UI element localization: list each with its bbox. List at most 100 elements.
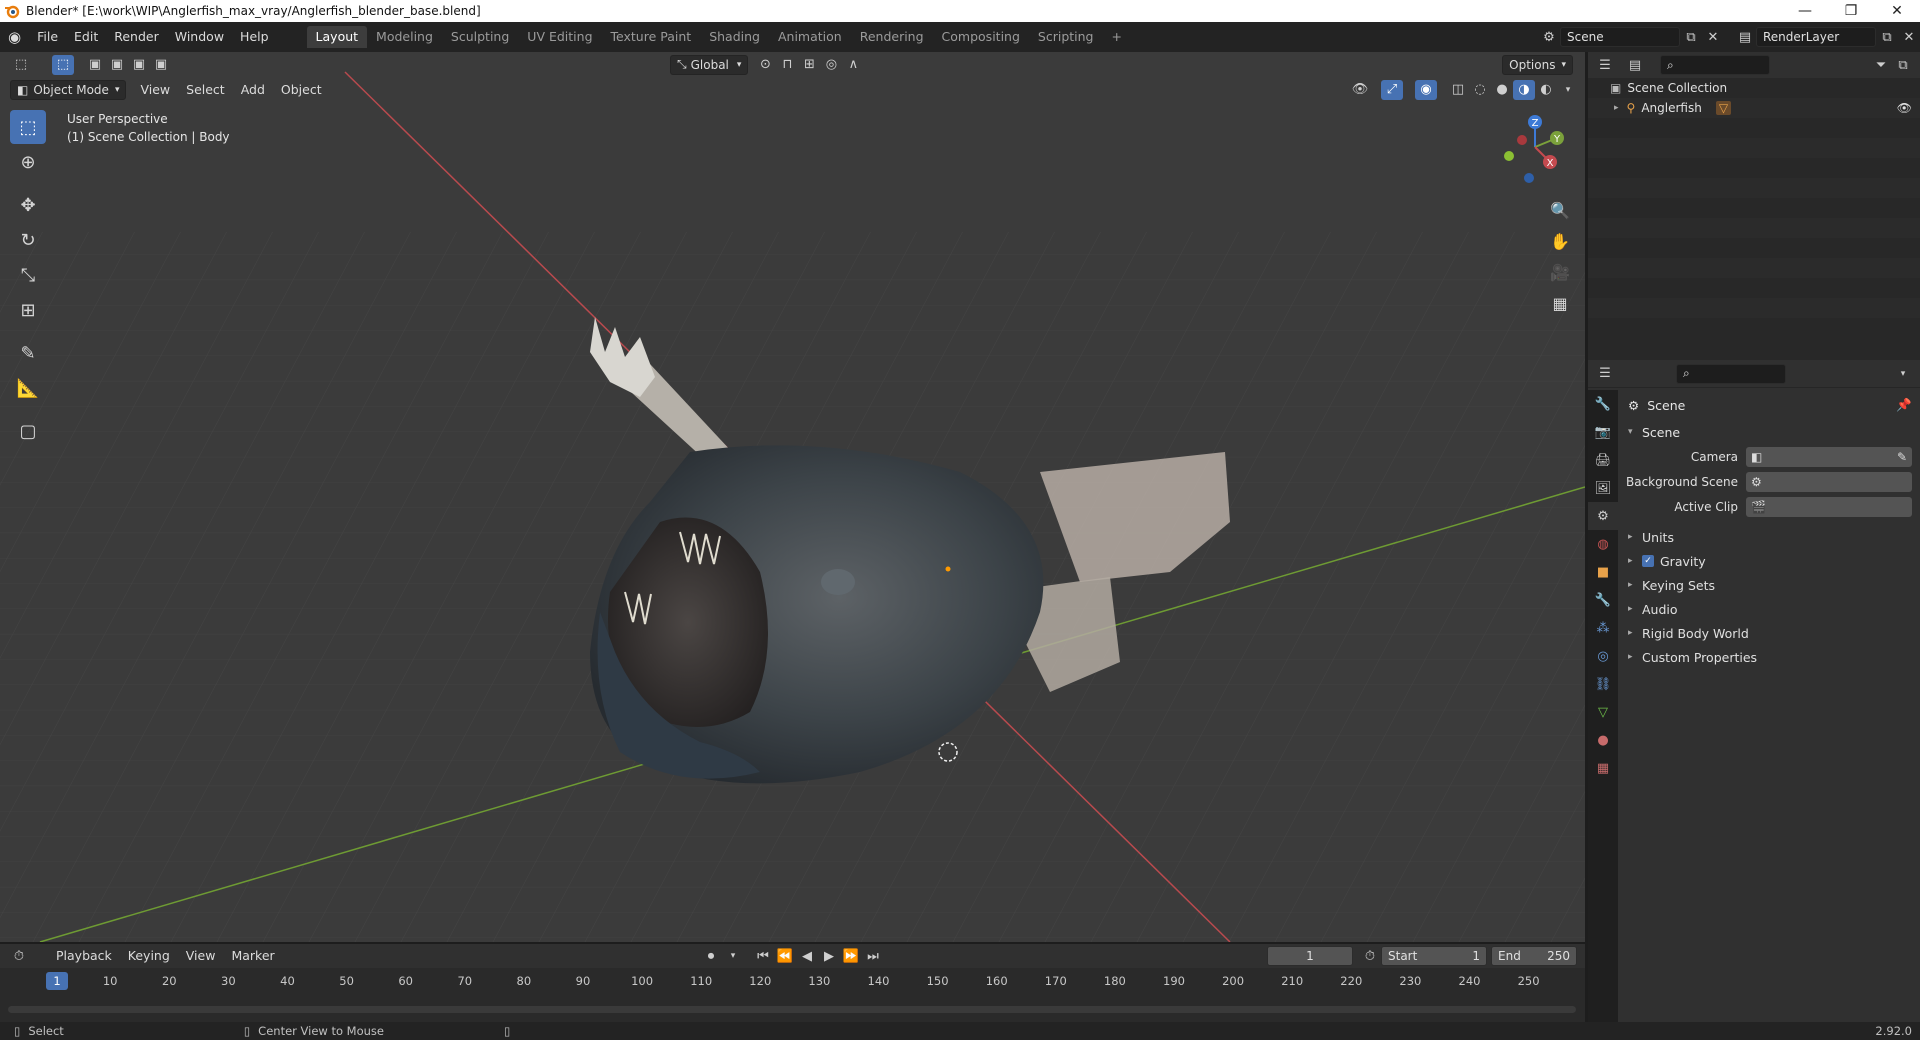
tab-uv-editing[interactable]: UV Editing	[518, 26, 601, 48]
properties-options-icon[interactable]: ▾	[1892, 364, 1914, 384]
pivot-point-icon[interactable]: ⊙	[754, 55, 776, 75]
active-clip-field[interactable]: 🎬	[1746, 496, 1912, 517]
annotate-tool-icon[interactable]: ✎	[10, 336, 46, 370]
editor-type-icon[interactable]: ⬚	[10, 55, 32, 75]
3d-viewport[interactable]	[0, 52, 1585, 942]
add-workspace-button[interactable]: +	[1103, 26, 1131, 48]
new-collection-icon[interactable]: ⧉	[1892, 55, 1914, 75]
custom-properties-panel-header[interactable]: ▸ Custom Properties	[1620, 645, 1920, 669]
select-mode-extend-icon[interactable]: ▣	[106, 55, 128, 75]
object-tab-icon[interactable]: ■	[1588, 558, 1618, 586]
timeline-menu-keying[interactable]: Keying	[120, 945, 178, 967]
scene-type-icon[interactable]: ⚙	[1538, 27, 1560, 47]
scale-tool-icon[interactable]: ⤡	[10, 258, 46, 292]
select-mode-new-icon[interactable]: ▣	[84, 55, 106, 75]
viewport-menu-add[interactable]: Add	[233, 79, 273, 101]
output-tab-icon[interactable]: 🖨	[1588, 446, 1618, 474]
zoom-icon[interactable]: 🔍	[1545, 195, 1575, 225]
navigation-gizmo[interactable]: Z Y X	[1495, 112, 1585, 192]
falloff-icon[interactable]: ∧	[842, 55, 864, 75]
cursor-tool-icon[interactable]: ⊕	[10, 145, 46, 179]
visibility-icon[interactable]: 👁	[1349, 80, 1371, 100]
mode-dropdown[interactable]: ◧ Object Mode ▾	[10, 79, 127, 100]
tool-tab-icon[interactable]: 🔧	[1588, 390, 1618, 418]
orientation-dropdown[interactable]: ⤡ Global ▾	[670, 54, 749, 75]
constraints-tab-icon[interactable]: ⛓	[1588, 670, 1618, 698]
overlay-toggle-icon[interactable]: ◉	[1415, 79, 1437, 100]
record-icon[interactable]: ⏺	[700, 946, 722, 966]
scene-tab-icon[interactable]: ⚙	[1588, 502, 1618, 530]
background-scene-field[interactable]: ⚙	[1746, 471, 1912, 492]
tab-animation[interactable]: Animation	[769, 26, 851, 48]
display-mode-icon[interactable]: ▤	[1624, 55, 1646, 75]
snap-target-icon[interactable]: ⊞	[798, 55, 820, 75]
scene-selector[interactable]: Scene	[1560, 27, 1680, 47]
gravity-checkbox[interactable]: ✓	[1642, 555, 1654, 567]
timeline-menu-marker[interactable]: Marker	[223, 945, 282, 967]
tab-sculpting[interactable]: Sculpting	[442, 26, 518, 48]
timeline-menu-playback[interactable]: Playback	[48, 945, 120, 967]
shading-wireframe-icon[interactable]: ◌	[1469, 80, 1491, 100]
close-button[interactable]: ✕	[1874, 0, 1920, 22]
outliner-editor-type-icon[interactable]: ☰	[1594, 55, 1616, 75]
delete-scene-icon[interactable]: ✕	[1702, 27, 1724, 47]
data-tab-icon[interactable]: ▽	[1588, 698, 1618, 726]
eyedropper-icon[interactable]: ✎	[1897, 450, 1907, 464]
shading-rendered-icon[interactable]: ◐	[1535, 80, 1557, 100]
select-mode-subtract-icon[interactable]: ▣	[128, 55, 150, 75]
prev-keyframe-icon[interactable]: ⏪	[774, 946, 796, 966]
gizmo-toggle-icon[interactable]: ⤢	[1381, 79, 1403, 100]
new-scene-icon[interactable]: ⧉	[1680, 27, 1702, 47]
timeline-editor-type-icon[interactable]: ⏱	[8, 946, 30, 966]
viewport-menu-view[interactable]: View	[132, 79, 178, 101]
shading-options-icon[interactable]: ▾	[1557, 80, 1579, 100]
render-tab-icon[interactable]: 📷	[1588, 418, 1618, 446]
select-tool-icon[interactable]: ⬚	[52, 54, 74, 75]
blender-menu-icon[interactable]: ◉	[0, 26, 29, 48]
pan-hand-icon[interactable]: ✋	[1545, 226, 1575, 256]
timeline-scrollbar[interactable]	[8, 1006, 1576, 1013]
next-keyframe-icon[interactable]: ⏩	[840, 946, 862, 966]
tab-modeling[interactable]: Modeling	[367, 26, 442, 48]
keyframe-type-icon[interactable]: ▾	[722, 946, 744, 966]
shading-material-icon[interactable]: ◑	[1513, 79, 1535, 100]
modifier-tab-icon[interactable]: 🔧	[1588, 586, 1618, 614]
select-box-tool-icon[interactable]: ⬚	[10, 110, 46, 144]
play-reverse-icon[interactable]: ◀	[796, 946, 818, 966]
outliner-search-input[interactable]: ⌕	[1660, 55, 1770, 75]
menu-edit[interactable]: Edit	[66, 26, 106, 48]
keying-sets-panel-header[interactable]: ▸ Keying Sets	[1620, 573, 1920, 597]
properties-editor-type-icon[interactable]: ☰	[1594, 364, 1616, 384]
view-layer-icon[interactable]: ▤	[1734, 27, 1756, 47]
audio-panel-header[interactable]: ▸ Audio	[1620, 597, 1920, 621]
new-layer-icon[interactable]: ⧉	[1876, 27, 1898, 47]
options-dropdown[interactable]: Options ▾	[1502, 54, 1573, 75]
scene-panel-header[interactable]: ▾ Scene	[1620, 420, 1920, 444]
rotate-tool-icon[interactable]: ↻	[10, 223, 46, 257]
maximize-button[interactable]: ❐	[1828, 0, 1874, 22]
add-cube-tool-icon[interactable]: ▢	[10, 414, 46, 448]
play-icon[interactable]: ▶	[818, 946, 840, 966]
material-tab-icon[interactable]: ●	[1588, 726, 1618, 754]
end-frame-field[interactable]: End 250	[1491, 946, 1577, 966]
shading-solid-icon[interactable]: ●	[1491, 80, 1513, 100]
tab-shading[interactable]: Shading	[700, 26, 769, 48]
view-layer-tab-icon[interactable]: 🖼	[1588, 474, 1618, 502]
snap-icon[interactable]: ⊓	[776, 55, 798, 75]
minimize-button[interactable]: —	[1782, 0, 1828, 22]
measure-tool-icon[interactable]: 📐	[10, 371, 46, 405]
move-tool-icon[interactable]: ✥	[10, 188, 46, 222]
delete-layer-icon[interactable]: ✕	[1898, 27, 1920, 47]
start-frame-field[interactable]: Start 1	[1381, 946, 1487, 966]
menu-help[interactable]: Help	[232, 26, 277, 48]
timeline-menu-view[interactable]: View	[178, 945, 224, 967]
jump-end-icon[interactable]: ⏭	[862, 946, 884, 966]
preview-range-icon[interactable]: ⏱	[1359, 946, 1381, 966]
units-panel-header[interactable]: ▸ Units	[1620, 525, 1920, 549]
ortho-grid-icon[interactable]: ▦	[1545, 288, 1575, 318]
jump-start-icon[interactable]: ⏮	[752, 946, 774, 966]
tab-rendering[interactable]: Rendering	[851, 26, 933, 48]
tab-layout[interactable]: Layout	[306, 26, 368, 48]
properties-search-input[interactable]: ⌕	[1676, 363, 1786, 384]
outliner-row-scene-collection[interactable]: ▣ Scene Collection	[1588, 78, 1920, 98]
